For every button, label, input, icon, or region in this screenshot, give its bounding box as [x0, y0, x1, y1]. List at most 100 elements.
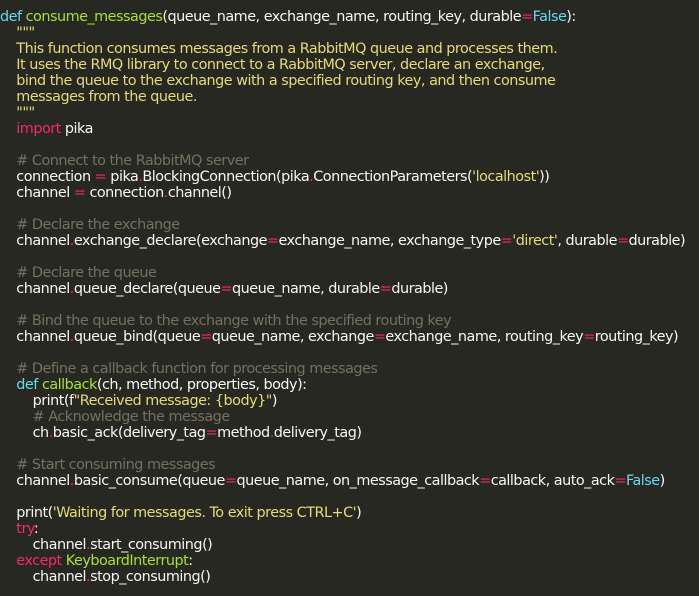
code-line: connection = pika.BlockingConnection(pik… [0, 169, 699, 185]
code-line: except KeyboardInterrupt: [0, 553, 699, 569]
code-token: # Declare the exchange [0, 217, 180, 233]
code-token: "Received message: {body}" [73, 393, 273, 409]
code-line: # Bind the queue to the exchange with th… [0, 313, 699, 329]
code-token: = [220, 281, 233, 297]
code-token: print(f [0, 393, 74, 409]
code-line: # Declare the exchange [0, 217, 699, 233]
code-token: : [188, 553, 193, 569]
code-token: queue_bind(queue [73, 329, 201, 345]
code-token: 'localhost' [472, 169, 540, 185]
code-token: channel [0, 537, 87, 553]
code-token: ) [659, 473, 666, 489]
code-token: )) [539, 169, 550, 185]
code-line: It uses the RMQ library to connect to a … [0, 57, 699, 73]
code-editor[interactable]: def consume_messages(queue_name, exchang… [0, 0, 699, 596]
code-token: 'direct' [512, 233, 558, 249]
code-token: basic_ack(delivery_tag [52, 425, 206, 441]
code-token: # Declare the queue [0, 265, 157, 281]
code-token: queue_name, on_message_callback [236, 473, 480, 489]
code-token: channel [0, 185, 74, 201]
code-line: channel.start_consuming() [0, 537, 699, 553]
code-token: connection [0, 169, 95, 185]
code-token: = [266, 233, 279, 249]
code-line: # Declare the queue [0, 265, 699, 281]
code-token: callback, auto_ack [490, 473, 615, 489]
code-token: = [373, 329, 386, 345]
code-token: channel [0, 569, 87, 585]
code-token: = [200, 329, 212, 345]
code-token: def [0, 377, 42, 393]
code-token: exchange_name, routing_key [385, 329, 584, 345]
code-token: ): [566, 9, 576, 25]
code-line: channel.queue_bind(queue=queue_name, exc… [0, 329, 699, 345]
code-token: = [583, 329, 595, 345]
code-line: try: [0, 521, 699, 537]
code-line: messages from the queue. [0, 89, 699, 105]
code-token: except [0, 553, 66, 569]
code-token: This function consumes messages from a R… [0, 41, 558, 57]
code-line: def consume_messages(queue_name, exchang… [0, 9, 699, 25]
code-line: # Acknowledge the message [0, 409, 699, 425]
code-line: # Define a callback function for process… [0, 361, 699, 377]
code-token: = [479, 473, 491, 489]
code-line: # Start consuming messages [0, 457, 699, 473]
code-token: queue_name, durable [232, 281, 380, 297]
code-token: # Start consuming messages [0, 457, 216, 473]
code-line: # Connect to the RabbitMQ server [0, 153, 699, 169]
code-token: messages from the queue. [0, 89, 197, 105]
code-token: = [500, 233, 513, 249]
code-token: bind the queue to the exchange with a sp… [0, 73, 556, 89]
code-token: # Acknowledge the message [0, 409, 231, 425]
code-line: def callback(ch, method, properties, bod… [0, 377, 699, 393]
code-line: channel.basic_consume(queue=queue_name, … [0, 473, 699, 489]
code-line: import pika [0, 121, 699, 137]
code-token: exchange_name, exchange_type [278, 233, 502, 249]
code-token: = [614, 473, 626, 489]
code-token: (queue_name, exchange_name, routing_key,… [162, 9, 522, 25]
code-token: ) [271, 393, 278, 409]
code-line: """ [0, 105, 699, 121]
code-token: """ [0, 105, 35, 121]
code-line: channel.exchange_declare(exchange=exchan… [0, 233, 699, 249]
code-token: False [532, 9, 567, 25]
code-token: channel [0, 329, 70, 345]
code-token: """ [0, 25, 35, 41]
code-token: channel [0, 233, 70, 249]
code-token: stop_consuming() [90, 569, 211, 585]
code-token: = [205, 425, 218, 441]
code-token: = [521, 9, 533, 25]
code-token: consume_messages [25, 9, 163, 25]
code-line: print(f"Received message: {body}") [0, 393, 699, 409]
code-token: 'Waiting for messages. To exit press CTR… [52, 505, 357, 521]
code-token: = [379, 281, 392, 297]
code-line: channel = connection.channel() [0, 185, 699, 201]
code-token: def [0, 9, 26, 25]
code-line: ch.basic_ack(delivery_tag=method.deliver… [0, 425, 699, 441]
code-token: queue_name, exchange [211, 329, 375, 345]
code-line: This function consumes messages from a R… [0, 41, 699, 57]
code-token: exchange_declare(exchange [73, 233, 268, 249]
code-token: ConnectionParameters( [313, 169, 473, 185]
code-token: # Connect to the RabbitMQ server [0, 153, 249, 169]
code-token: basic_consume(queue [73, 473, 226, 489]
code-line: bind the queue to the exchange with a sp… [0, 73, 699, 89]
code-token: False [626, 473, 660, 489]
code-token: pika [106, 169, 139, 185]
code-token: durable) [628, 233, 686, 249]
code-token: # Bind the queue to the exchange with th… [0, 313, 452, 329]
code-token: KeyboardInterrupt [65, 553, 189, 569]
code-line: channel.queue_declare(queue=queue_name, … [0, 281, 699, 297]
code-token: (ch, method, properties, body): [96, 377, 307, 393]
code-token: print( [0, 505, 53, 521]
code-token: : [33, 521, 39, 537]
code-token: channel() [167, 185, 232, 201]
code-token: method [217, 425, 270, 441]
code-token: routing_key) [594, 329, 679, 345]
code-token: ch [0, 425, 50, 441]
